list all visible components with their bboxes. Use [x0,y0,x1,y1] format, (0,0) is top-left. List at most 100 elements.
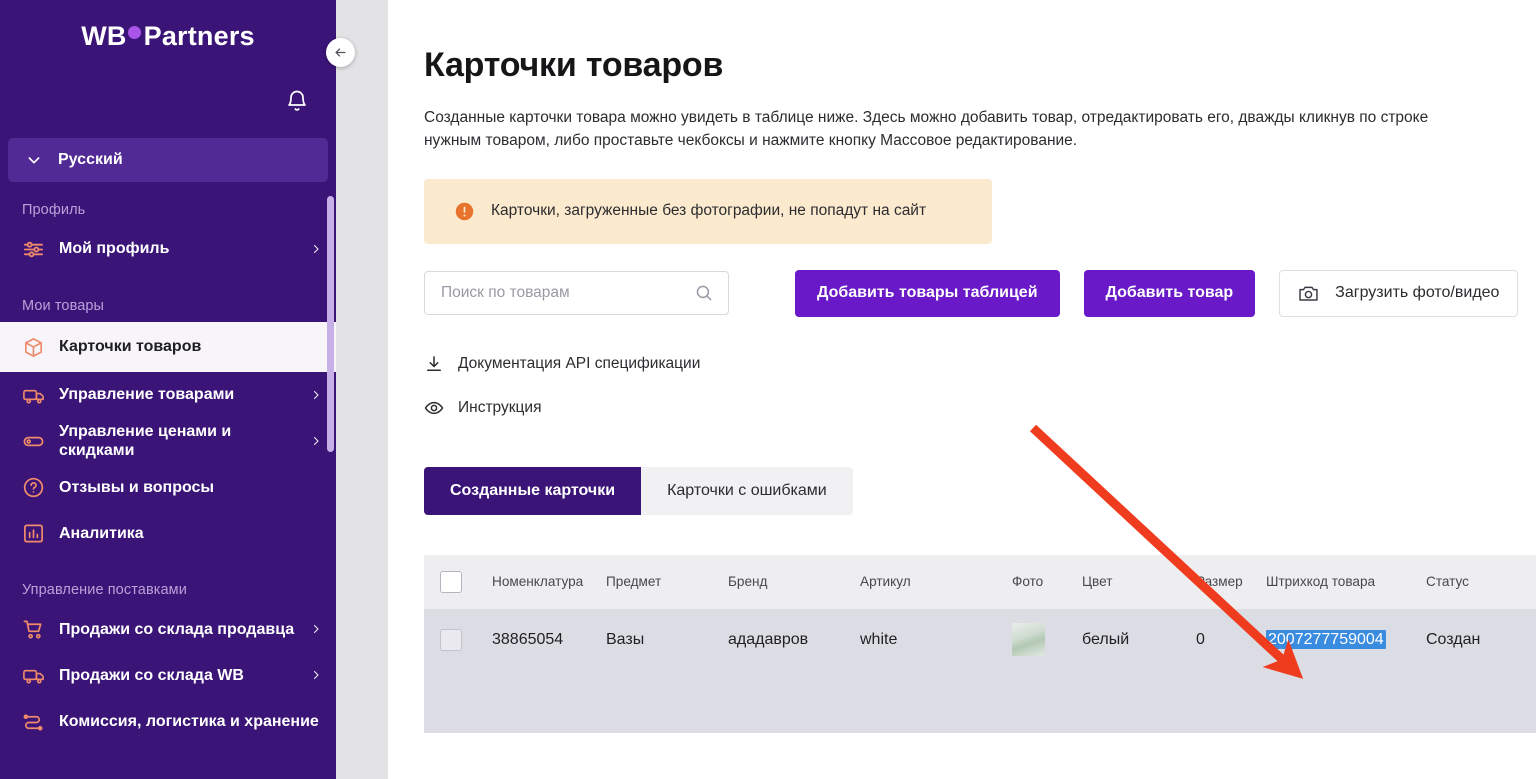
instruction-link[interactable]: Инструкция [424,391,1536,425]
arrow-left-icon [333,45,348,60]
column-header-article[interactable]: Артикул [860,574,1012,589]
page-gutter [336,0,388,779]
column-header-photo[interactable]: Фото [1012,574,1082,589]
sidebar-item-analytics[interactable]: Аналитика [0,510,336,556]
select-all-checkbox[interactable] [440,570,462,593]
row-checkbox[interactable] [440,628,462,651]
brand-dot-icon [127,25,141,39]
sidebar-item-label: Продажи со склада WB [59,666,244,684]
sidebar-scrollbar-track[interactable] [327,0,335,779]
sliders-icon [22,238,45,261]
search-box[interactable] [424,271,729,316]
app-root: WB Partners Русский Профиль Мой профиль … [0,0,1536,779]
tab-created-cards[interactable]: Созданные карточки [424,466,642,515]
sidebar-item-reviews-questions[interactable]: Отзывы и вопросы [0,464,336,510]
tabs: Созданные карточки Карточки с ошибками [424,466,876,515]
download-icon [424,354,444,374]
sidebar-item-commission-logistics[interactable]: Комиссия, логистика и хранение [0,698,336,744]
sidebar-item-label: Продажи со склада продавца [59,620,295,638]
add-product-button[interactable]: Добавить товар [1083,269,1256,317]
search-icon[interactable] [694,283,714,303]
sidebar-item-product-management[interactable]: Управление товарами [0,372,336,418]
cell-color: белый [1082,630,1130,648]
brand-logo[interactable]: WB Partners [0,0,336,72]
tab-cards-with-errors[interactable]: Карточки с ошибками [641,466,853,515]
cell-subject: Вазы [606,630,645,648]
page-title: Карточки товаров [424,46,724,84]
sidebar-item-label: Мой профиль [59,240,170,258]
column-header-barcode[interactable]: Штрихкод товара [1266,574,1426,589]
table-header-row: Номенклатура Предмет Бренд Артикул Фото … [424,554,1536,609]
product-thumbnail[interactable] [1012,623,1045,657]
cell-status: Создан [1426,630,1481,648]
brand-text: WB Partners [81,21,255,52]
table-empty-continuation [424,670,1536,733]
table-row[interactable]: 38865054 Вазы ададавров white белый 0 20… [424,608,1536,671]
truck-icon [22,664,45,687]
toolbar: Добавить товары таблицей Добавить товар … [424,269,1536,317]
sidebar-item-product-cards[interactable]: Карточки товаров [0,322,336,372]
add-products-by-table-button[interactable]: Добавить товары таблицей [795,269,1060,317]
cell-nomenclature: 38865054 [492,630,564,648]
sidebar-item-label: Аналитика [59,524,144,542]
column-header-brand[interactable]: Бренд [728,574,860,589]
api-documentation-link[interactable]: Документация API спецификации [424,347,1536,381]
cell-size: 0 [1196,630,1205,648]
link-label: Инструкция [458,398,542,416]
sidebar-group-title-my-goods: Мои товары [22,298,105,314]
warning-circle-icon [454,201,475,222]
tag-icon [22,430,45,453]
column-header-nomenclature[interactable]: Номенклатура [492,574,606,589]
column-header-size[interactable]: Размер [1196,574,1266,589]
logistics-icon [22,710,45,733]
sidebar-item-prices-discounts[interactable]: Управление ценами и скидками [0,418,336,464]
bell-icon[interactable] [285,88,309,114]
language-selector[interactable]: Русский [8,138,328,182]
sidebar-item-label: Управление ценами и скидками [59,423,232,460]
cell-barcode[interactable]: 2007277759004 [1266,629,1426,649]
warning-banner-text: Карточки, загруженные без фотографии, не… [491,202,927,220]
search-input[interactable] [441,284,694,303]
notifications-row [0,72,336,130]
eye-icon [424,398,444,418]
sidebar-collapse-button[interactable] [326,38,355,67]
chevron-right-icon [310,241,322,257]
cart-icon [22,618,45,641]
sidebar-item-seller-warehouse-sales[interactable]: Продажи со склада продавца [0,606,336,652]
sidebar-item-wb-warehouse-sales[interactable]: Продажи со склада WB [0,652,336,698]
products-table: Номенклатура Предмет Бренд Артикул Фото … [424,554,1536,733]
box-icon [22,336,45,359]
camera-icon [1298,284,1319,303]
chart-icon [22,522,45,545]
column-header-status[interactable]: Статус [1426,574,1536,589]
language-label: Русский [58,151,123,168]
sidebar-item-my-profile[interactable]: Мой профиль [0,226,336,272]
cell-article: white [860,630,898,648]
cell-brand: ададавров [728,630,809,648]
link-label: Документация API спецификации [458,354,701,372]
sidebar: WB Partners Русский Профиль Мой профиль … [0,0,336,779]
links-section: Документация API спецификации Инструкция [424,347,1536,425]
chevron-right-icon [310,433,322,449]
warning-banner: Карточки, загруженные без фотографии, не… [424,178,992,244]
chevron-right-icon [310,387,322,403]
main-content: Карточки товаров Созданные карточки това… [388,0,1536,779]
sidebar-item-label: Комиссия, логистика и хранение [59,712,319,730]
sidebar-item-label: Карточки товаров [59,338,202,356]
chevron-down-icon [26,152,42,168]
page-description: Созданные карточки товара можно увидеть … [424,109,1429,149]
cell-photo [1012,623,1082,657]
sidebar-item-label: Отзывы и вопросы [59,478,215,496]
select-all-checkbox-cell [424,570,492,593]
sidebar-group-title-profile: Профиль [22,202,86,218]
brand-partners: Partners [143,20,255,51]
column-header-color[interactable]: Цвет [1082,574,1196,589]
column-header-subject[interactable]: Предмет [606,574,728,589]
chevron-right-icon [310,621,322,637]
brand-wb: WB [81,20,127,51]
upload-media-button[interactable]: Загрузить фото/видео [1279,269,1519,317]
chevron-right-icon [310,667,322,683]
upload-media-label: Загрузить фото/видео [1335,284,1500,302]
barcode-value-selected[interactable]: 2007277759004 [1266,629,1386,649]
sidebar-scrollbar-thumb[interactable] [327,196,334,452]
